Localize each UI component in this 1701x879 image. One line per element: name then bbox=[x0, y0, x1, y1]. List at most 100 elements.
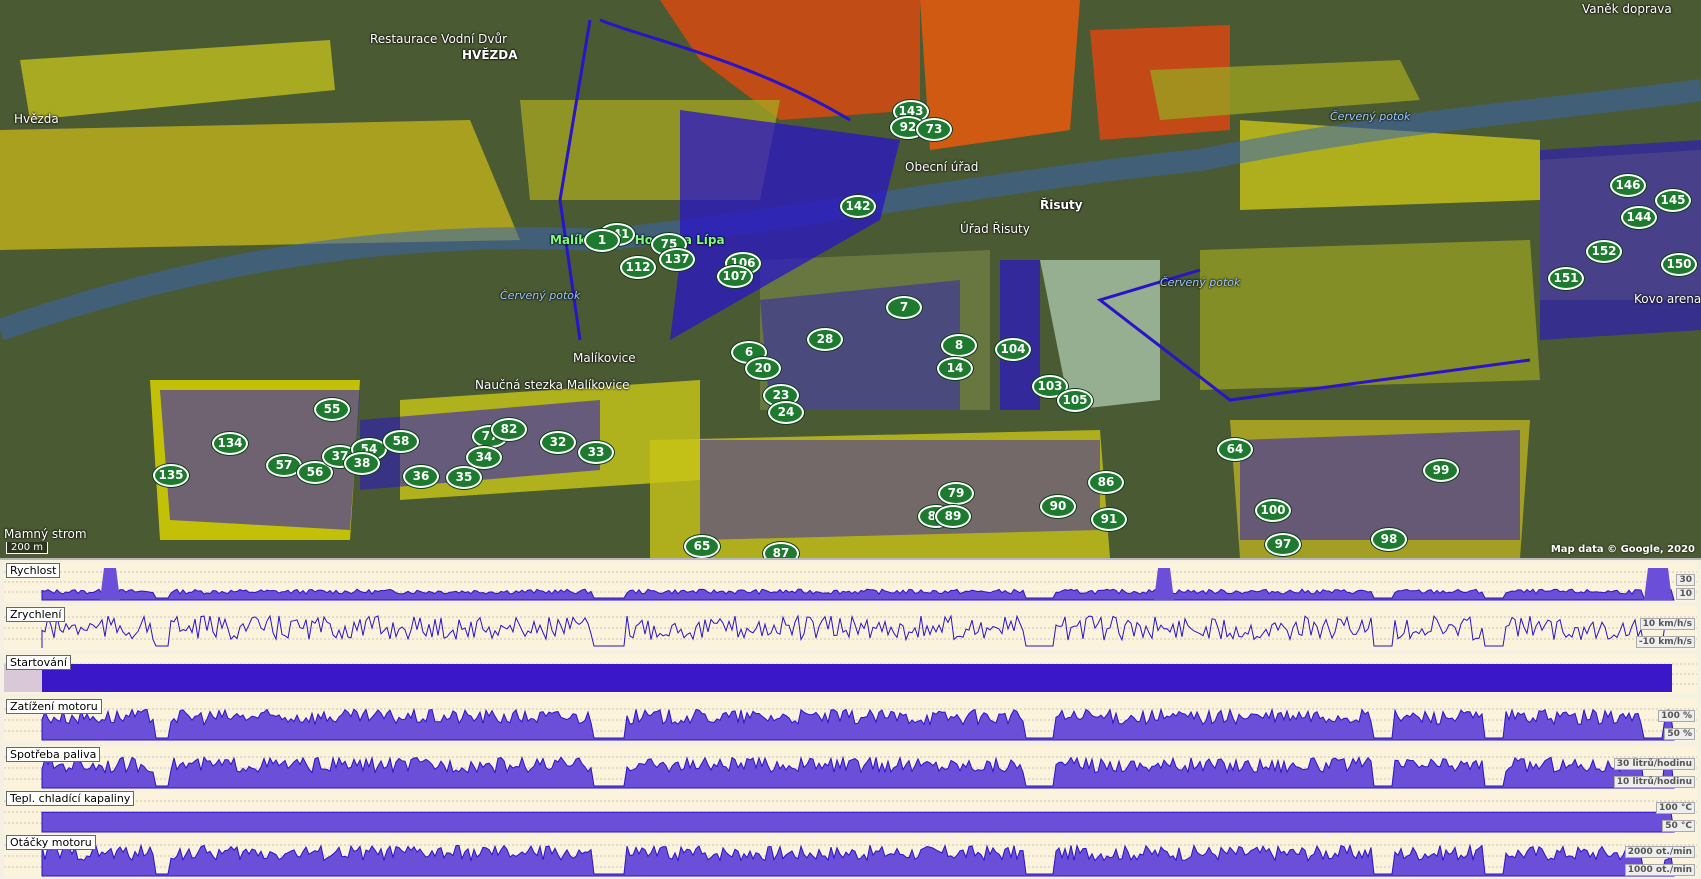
map-numbered-marker[interactable]: 32 bbox=[540, 431, 576, 454]
map-numbered-marker[interactable]: 135 bbox=[153, 464, 189, 487]
chart-label: Rychlost bbox=[6, 563, 61, 578]
chart-strip-4: Spotřeba paliva 30 litrů/hodinu 10 litrů/h… bbox=[4, 746, 1697, 790]
map-numbered-marker[interactable]: 142 bbox=[840, 195, 876, 218]
map-place-label: Kovo arena bbox=[1634, 292, 1701, 306]
map-numbered-marker[interactable]: 64 bbox=[1217, 438, 1253, 461]
map-place-label: Obecní úřad bbox=[905, 160, 979, 174]
map-numbered-marker[interactable]: 58 bbox=[383, 430, 419, 453]
map-numbered-marker[interactable]: 24 bbox=[768, 401, 804, 424]
map-numbered-marker[interactable]: 90 bbox=[1040, 495, 1076, 518]
map-place-label: Řisuty bbox=[1040, 198, 1083, 212]
map-numbered-marker[interactable]: 145 bbox=[1655, 189, 1691, 212]
map-place-label: Malíkovice bbox=[573, 351, 636, 365]
map-place-label: Hvězda bbox=[14, 112, 59, 126]
chart-series-area bbox=[41, 755, 1675, 789]
chart-label: Zrychlení bbox=[6, 607, 66, 622]
chart-strip-0: Rychlost 30 10 bbox=[4, 562, 1697, 602]
chart-scale-label: 100 °C bbox=[1655, 802, 1695, 814]
map-numbered-marker[interactable]: 65 bbox=[684, 535, 720, 558]
chart-label: Spotřeba paliva bbox=[6, 747, 101, 762]
map-numbered-marker[interactable]: 107 bbox=[717, 265, 753, 288]
chart-plot bbox=[4, 707, 1697, 741]
map-numbered-marker[interactable]: 14 bbox=[937, 357, 973, 380]
map-numbered-marker[interactable]: 7 bbox=[886, 296, 922, 319]
chart-speed-peak bbox=[100, 568, 120, 600]
map-numbered-marker[interactable]: 98 bbox=[1371, 528, 1407, 551]
chart-plot bbox=[4, 663, 1697, 692]
chart-strip-5: Tepl. chladící kapaliny 100 °C 50 °C bbox=[4, 790, 1697, 834]
map-place-label: Naučná stezka Malíkovice bbox=[475, 378, 630, 392]
map-numbered-marker[interactable]: 87 bbox=[763, 542, 799, 558]
chart-speed-peak bbox=[1644, 568, 1672, 600]
map-numbered-marker[interactable]: 97 bbox=[1265, 533, 1301, 556]
chart-label: Tepl. chladící kapaliny bbox=[6, 791, 135, 806]
map-scale-bar: 200 m bbox=[6, 542, 49, 554]
map-numbered-marker[interactable]: 38 bbox=[344, 452, 380, 475]
chart-strip-2: Startování bbox=[4, 654, 1697, 694]
chart-label: Zatížení motoru bbox=[6, 699, 102, 714]
map-numbered-marker[interactable]: 28 bbox=[807, 328, 843, 351]
telemetry-charts-panel: Rychlost 30 10 Zrychlení 10 km/h/s -10 km/h/s… bbox=[0, 562, 1701, 879]
map-numbered-marker[interactable]: 144 bbox=[1621, 206, 1657, 229]
map-numbered-marker[interactable]: 112 bbox=[620, 256, 656, 279]
map-attribution: Map data © Google, 2020 bbox=[1550, 544, 1695, 555]
map-numbered-marker[interactable]: 134 bbox=[212, 432, 248, 455]
chart-strip-3: Zatížení motoru 100 % 50 % bbox=[4, 698, 1697, 742]
map-numbered-marker[interactable]: 137 bbox=[659, 248, 695, 271]
chart-plot bbox=[4, 843, 1697, 877]
map-numbered-marker[interactable]: 99 bbox=[1423, 459, 1459, 482]
map-place-label: Červený potok bbox=[500, 289, 581, 302]
map-view[interactable]: HVĚZDA Restaurace Vodní Dvůr Hvězda Malíkov… bbox=[0, 0, 1701, 560]
map-numbered-marker[interactable]: 152 bbox=[1586, 240, 1622, 263]
map-numbered-marker[interactable]: 36 bbox=[403, 465, 439, 488]
chart-scale-label: -10 km/h/s bbox=[1635, 636, 1695, 648]
map-place-label: HVĚZDA bbox=[462, 48, 518, 62]
chart-strip-1: Zrychlení 10 km/h/s -10 km/h/s bbox=[4, 606, 1697, 650]
map-numbered-marker[interactable]: 82 bbox=[491, 418, 527, 441]
map-numbered-marker[interactable]: 104 bbox=[995, 338, 1031, 361]
chart-scale-label: 10 litrů/hodinu bbox=[1613, 776, 1695, 788]
chart-scale-label: 100 % bbox=[1658, 710, 1695, 722]
chart-scale-label: 1000 ot./min bbox=[1624, 864, 1695, 876]
map-place-label: Červený potok bbox=[1330, 110, 1411, 123]
chart-scale-label: 2000 ot./min bbox=[1624, 846, 1695, 858]
map-numbered-marker[interactable]: 34 bbox=[466, 446, 502, 469]
chart-plot bbox=[4, 568, 1697, 601]
map-numbered-marker[interactable]: 86 bbox=[1088, 471, 1124, 494]
map-place-label: Restaurace Vodní Dvůr bbox=[370, 32, 508, 46]
map-numbered-marker[interactable]: 89 bbox=[935, 505, 971, 528]
map-numbered-marker[interactable]: 146 bbox=[1610, 174, 1646, 197]
chart-series-area bbox=[41, 811, 1675, 833]
chart-scale-label: 50 °C bbox=[1662, 820, 1695, 832]
map-numbered-marker[interactable]: 20 bbox=[745, 357, 781, 380]
chart-scale-label: 30 litrů/hodinu bbox=[1613, 758, 1695, 770]
map-numbered-marker[interactable]: 1 bbox=[584, 229, 620, 252]
chart-label: Otáčky motoru bbox=[6, 835, 96, 850]
map-numbered-marker[interactable]: 91 bbox=[1091, 508, 1127, 531]
chart-scale-label: 50 % bbox=[1664, 728, 1695, 740]
chart-series-area bbox=[41, 588, 1675, 601]
map-numbered-marker[interactable]: 150 bbox=[1661, 253, 1697, 276]
map-place-label: Vaněk doprava bbox=[1582, 2, 1672, 16]
map-numbered-marker[interactable]: 35 bbox=[446, 466, 482, 489]
chart-plot bbox=[4, 800, 1697, 833]
chart-series-area bbox=[42, 664, 1672, 692]
map-place-label: Červený potok bbox=[1160, 276, 1241, 289]
map-numbered-marker[interactable]: 105 bbox=[1057, 389, 1093, 412]
map-numbered-marker[interactable]: 33 bbox=[578, 441, 614, 464]
chart-scale-label: 30 bbox=[1676, 574, 1695, 586]
map-numbered-marker[interactable]: 8 bbox=[941, 334, 977, 357]
chart-scale-label: 10 km/h/s bbox=[1639, 618, 1695, 630]
map-place-label: Malíkovice - Hoskova Lípa bbox=[550, 233, 725, 247]
map-numbered-marker[interactable]: 79 bbox=[938, 482, 974, 505]
map-place-label: Mamný strom bbox=[4, 527, 87, 541]
map-numbered-marker[interactable]: 151 bbox=[1548, 267, 1584, 290]
map-numbered-marker[interactable]: 73 bbox=[916, 118, 952, 141]
chart-plot bbox=[4, 614, 1697, 648]
map-numbered-marker[interactable]: 55 bbox=[314, 398, 350, 421]
chart-label: Startování bbox=[6, 655, 71, 670]
chart-series-area bbox=[41, 707, 1675, 741]
map-numbered-marker[interactable]: 100 bbox=[1255, 499, 1291, 522]
chart-scale-label: 10 bbox=[1676, 588, 1695, 600]
chart-series-area bbox=[41, 843, 1675, 877]
